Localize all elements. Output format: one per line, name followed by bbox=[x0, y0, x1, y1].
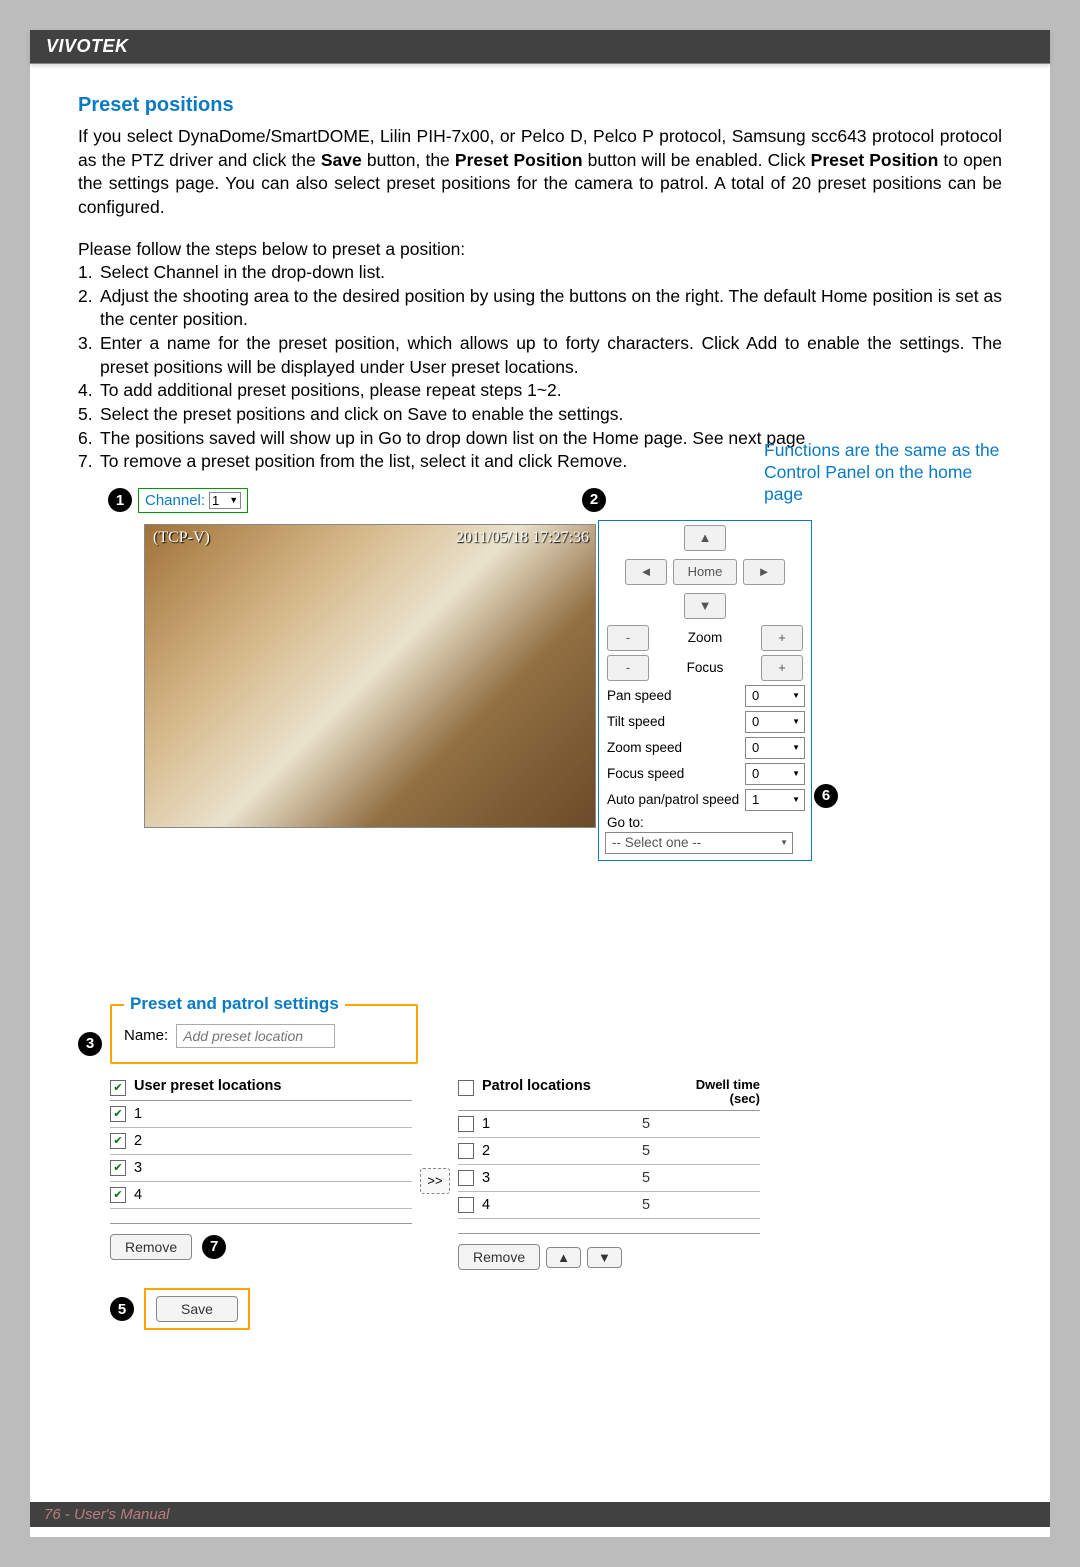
pan-down-button[interactable]: ▼ bbox=[684, 593, 726, 619]
patrol-header-checkbox[interactable]: ✔ bbox=[458, 1080, 474, 1096]
patrol-row[interactable]: 2 bbox=[482, 1143, 616, 1159]
user-row[interactable]: 1 bbox=[134, 1106, 412, 1122]
dwell-value[interactable]: 5 bbox=[624, 1116, 760, 1132]
patrol-row[interactable]: 4 bbox=[482, 1197, 616, 1213]
user-row-checkbox[interactable]: ✔ bbox=[110, 1160, 126, 1176]
patrol-row-checkbox[interactable]: ✔ bbox=[458, 1116, 474, 1132]
zoom-label: Zoom bbox=[655, 630, 755, 645]
fieldset-legend: Preset and patrol settings bbox=[124, 994, 345, 1014]
patrol-locations-header: Patrol locations bbox=[482, 1078, 688, 1094]
callout-7: 7 bbox=[202, 1235, 226, 1259]
video-protocol-label: (TCP-V) bbox=[153, 529, 210, 547]
callout-3: 3 bbox=[78, 1032, 102, 1056]
focus-near-button[interactable]: - bbox=[607, 655, 649, 681]
goto-select[interactable]: -- Select one --▼ bbox=[605, 832, 793, 854]
tilt-speed-select[interactable]: 0▼ bbox=[745, 711, 805, 733]
brand-header: VIVOTEK bbox=[30, 30, 1050, 64]
dwell-value[interactable]: 5 bbox=[624, 1170, 760, 1186]
user-row-checkbox[interactable]: ✔ bbox=[110, 1106, 126, 1122]
patrol-row-checkbox[interactable]: ✔ bbox=[458, 1197, 474, 1213]
callout-5: 5 bbox=[110, 1297, 134, 1321]
focus-label: Focus bbox=[655, 660, 755, 675]
pan-left-button[interactable]: ◄ bbox=[625, 559, 667, 585]
ptz-control-panel: ▲ ◄ Home ► ▼ - Zoom + - Focus + bbox=[598, 520, 812, 861]
patrol-row[interactable]: 1 bbox=[482, 1116, 616, 1132]
home-button[interactable]: Home bbox=[673, 559, 737, 585]
dwell-value[interactable]: 5 bbox=[624, 1143, 760, 1159]
zoom-speed-select[interactable]: 0▼ bbox=[745, 737, 805, 759]
user-row[interactable]: 2 bbox=[134, 1133, 412, 1149]
callout-1: 1 bbox=[108, 488, 132, 512]
patrol-row[interactable]: 3 bbox=[482, 1170, 616, 1186]
intro-text: If you select DynaDome/SmartDOME, Lilin … bbox=[78, 125, 1002, 220]
zoom-out-button[interactable]: - bbox=[607, 625, 649, 651]
video-preview: (TCP-V) 2011/05/18 17:27:36 bbox=[144, 524, 596, 828]
video-timestamp: 2011/05/18 17:27:36 bbox=[456, 529, 589, 547]
channel-value[interactable]: 1▼ bbox=[209, 492, 241, 509]
goto-label: Go to: bbox=[599, 813, 811, 830]
user-remove-button[interactable]: Remove bbox=[110, 1234, 192, 1260]
preset-name-input[interactable] bbox=[176, 1024, 335, 1048]
callout-6: 6 bbox=[814, 784, 838, 808]
user-row-checkbox[interactable]: ✔ bbox=[110, 1133, 126, 1149]
focus-speed-select[interactable]: 0▼ bbox=[745, 763, 805, 785]
patrol-row-checkbox[interactable]: ✔ bbox=[458, 1143, 474, 1159]
tilt-speed-label: Tilt speed bbox=[607, 714, 745, 729]
auto-speed-select[interactable]: 1▼ bbox=[745, 789, 805, 811]
user-locations-header: User preset locations bbox=[134, 1078, 412, 1094]
patrol-remove-button[interactable]: Remove bbox=[458, 1244, 540, 1270]
move-up-button[interactable]: ▲ bbox=[546, 1247, 581, 1268]
user-row[interactable]: 3 bbox=[134, 1160, 412, 1176]
steps-intro: Please follow the steps below to preset … bbox=[78, 238, 1002, 262]
dwell-header: Dwell time(sec) bbox=[696, 1078, 760, 1107]
callout-2: 2 bbox=[582, 488, 606, 512]
move-right-button[interactable]: >> bbox=[420, 1168, 450, 1194]
focus-far-button[interactable]: + bbox=[761, 655, 803, 681]
patrol-row-checkbox[interactable]: ✔ bbox=[458, 1170, 474, 1186]
auto-speed-label: Auto pan/patrol speed bbox=[607, 792, 745, 807]
save-button[interactable]: Save bbox=[156, 1296, 238, 1322]
zoom-in-button[interactable]: + bbox=[761, 625, 803, 651]
pan-right-button[interactable]: ► bbox=[743, 559, 785, 585]
pan-up-button[interactable]: ▲ bbox=[684, 525, 726, 551]
name-label: Name: bbox=[124, 1027, 168, 1044]
user-row-checkbox[interactable]: ✔ bbox=[110, 1187, 126, 1203]
zoom-speed-label: Zoom speed bbox=[607, 740, 745, 755]
channel-select[interactable]: Channel: 1▼ bbox=[138, 488, 248, 513]
page-footer: 76 - User's Manual bbox=[30, 1502, 1050, 1527]
pan-speed-select[interactable]: 0▼ bbox=[745, 685, 805, 707]
user-row[interactable]: 4 bbox=[134, 1187, 412, 1203]
pan-speed-label: Pan speed bbox=[607, 688, 745, 703]
channel-label: Channel: bbox=[145, 492, 205, 509]
dwell-value[interactable]: 5 bbox=[624, 1197, 760, 1213]
focus-speed-label: Focus speed bbox=[607, 766, 745, 781]
section-title: Preset positions bbox=[78, 94, 1002, 117]
move-down-button[interactable]: ▼ bbox=[587, 1247, 622, 1268]
user-header-checkbox[interactable]: ✔ bbox=[110, 1080, 126, 1096]
